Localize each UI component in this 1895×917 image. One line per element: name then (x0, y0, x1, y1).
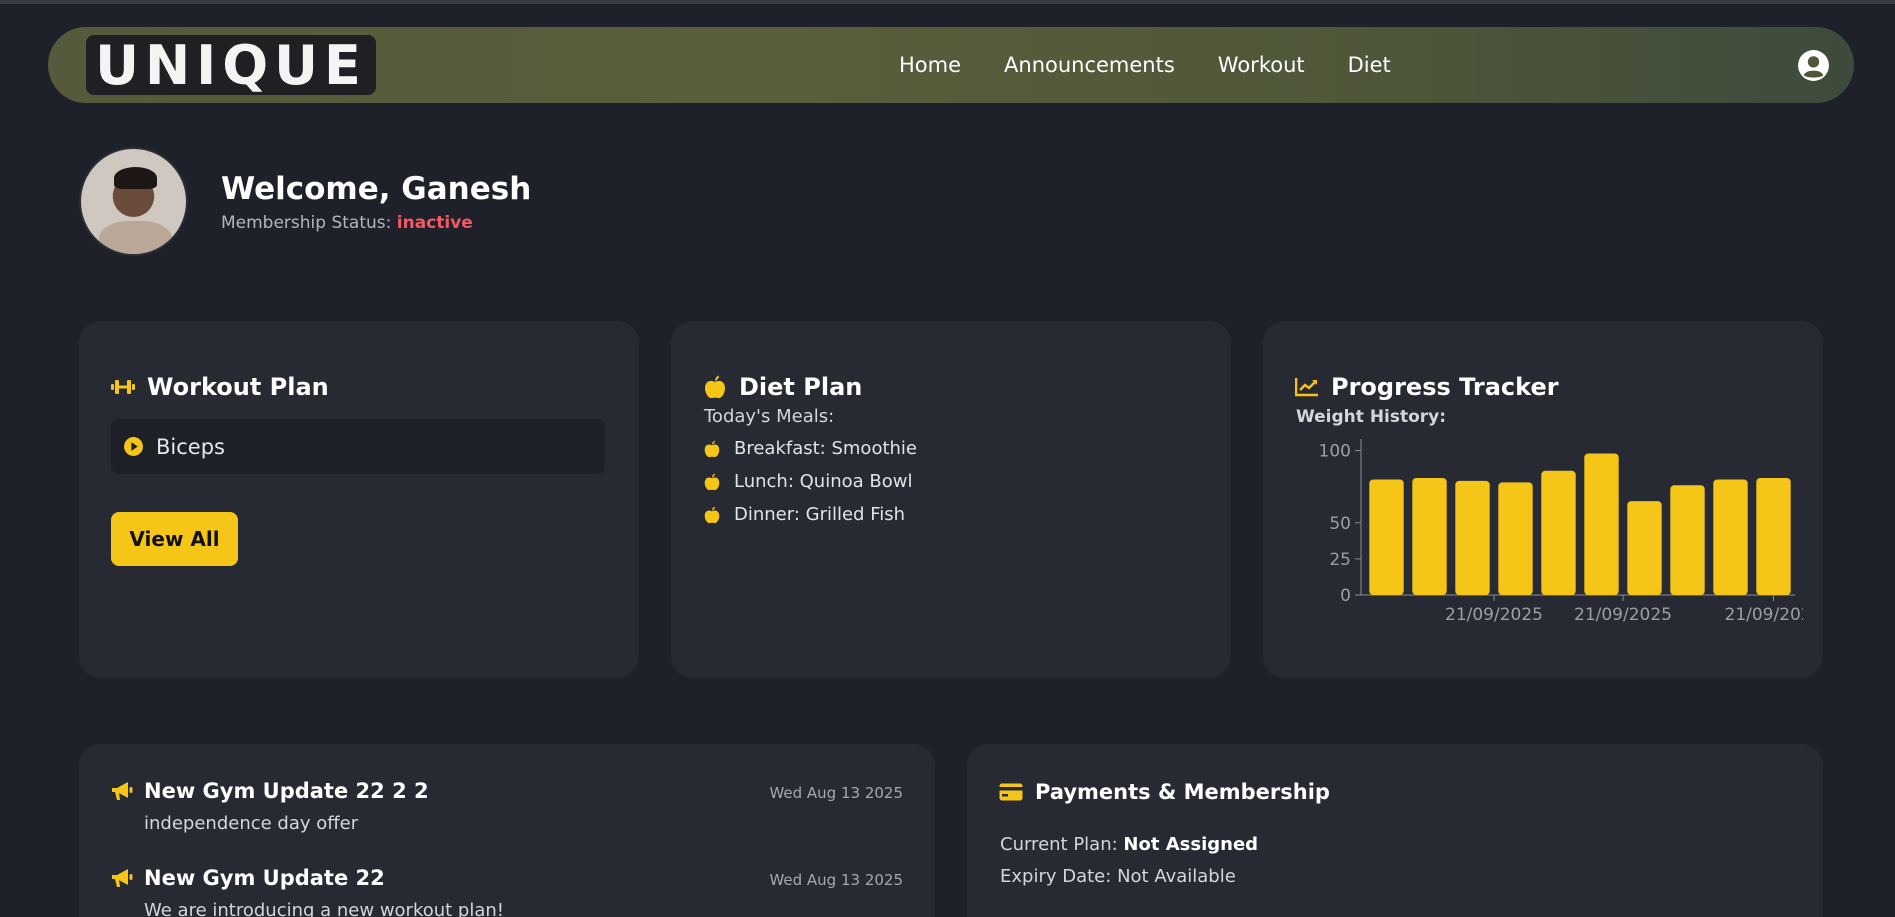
expiry-date-value: Not Available (1117, 866, 1236, 887)
todays-meals-label: Today's Meals: (704, 406, 835, 427)
x-tick-label: 21/09/2025 (1725, 605, 1803, 625)
weight-bar[interactable] (1412, 478, 1447, 595)
chart-line-icon (1295, 375, 1319, 399)
apple-icon (704, 473, 720, 490)
user-circle-icon[interactable] (1797, 49, 1830, 82)
navbar: UNIQUE Home Announcements Workout Diet (48, 27, 1854, 103)
weight-bar[interactable] (1455, 480, 1490, 595)
apple-icon (704, 506, 720, 523)
announcement-title: New Gym Update 22 (144, 866, 385, 890)
y-tick-label: 100 (1319, 442, 1351, 462)
announcement-body: independence day offer (144, 813, 359, 834)
nav-links: Home Announcements Workout Diet (899, 27, 1434, 103)
megaphone-icon (112, 869, 133, 887)
progress-tracker-card: Progress Tracker Weight History: 0 25 50 10… (1263, 321, 1823, 678)
dumbbell-icon (111, 375, 135, 399)
exercise-item[interactable]: Biceps (111, 419, 605, 474)
brand-logo[interactable]: UNIQUE (86, 34, 376, 97)
expiry-date: Expiry Date: Not Available (1000, 866, 1236, 887)
announcement-date: Wed Aug 13 2025 (769, 784, 903, 802)
megaphone-icon (112, 782, 133, 800)
exercise-name: Biceps (156, 434, 225, 459)
meal-item: Dinner: Grilled Fish (704, 504, 905, 525)
weight-bar[interactable] (1713, 479, 1748, 595)
x-tick-label: 21/09/2025 (1445, 605, 1543, 625)
weight-bar[interactable] (1670, 485, 1705, 595)
payments-membership-card: Payments & Membership Current Plan: Not … (967, 744, 1823, 917)
membership-status: Membership Status: inactive (221, 213, 531, 233)
apple-icon (704, 440, 720, 457)
nav-home-link[interactable]: Home (899, 53, 961, 77)
expiry-date-label: Expiry Date: (1000, 866, 1112, 887)
x-tick-label: 21/09/2025 (1574, 605, 1672, 625)
current-plan: Current Plan: Not Assigned (1000, 834, 1258, 855)
welcome-section: Welcome, Ganesh Membership Status: inact… (79, 147, 531, 256)
play-circle-icon (124, 437, 143, 456)
membership-status-value: inactive (396, 212, 473, 233)
announcements-card: New Gym Update 22 2 2 Wed Aug 13 2025 in… (79, 744, 935, 917)
workout-plan-card: Workout Plan Biceps View All (79, 321, 639, 678)
payments-title: Payments & Membership (1035, 780, 1330, 804)
current-plan-value: Not Assigned (1123, 834, 1259, 855)
announcement-date: Wed Aug 13 2025 (769, 871, 903, 889)
weight-bar[interactable] (1584, 453, 1619, 595)
apple-icon (703, 375, 727, 399)
y-tick-label: 50 (1329, 514, 1351, 534)
announcement-body: We are introducing a new workout plan! (144, 900, 505, 917)
y-tick-label: 25 (1329, 550, 1351, 570)
weight-bar[interactable] (1369, 479, 1404, 595)
nav-workout-link[interactable]: Workout (1218, 53, 1305, 77)
nav-diet-link[interactable]: Diet (1348, 53, 1391, 77)
announcement-title: New Gym Update 22 2 2 (144, 779, 429, 803)
window-top-border (0, 0, 1895, 4)
weight-bar[interactable] (1498, 482, 1533, 595)
nav-announcements-link[interactable]: Announcements (1004, 53, 1175, 77)
meal-label: Lunch: Quinoa Bowl (734, 471, 913, 492)
weight-bar[interactable] (1627, 501, 1662, 595)
announcement-item[interactable]: New Gym Update 22 2 2 Wed Aug 13 2025 in… (111, 779, 903, 834)
announcement-item[interactable]: New Gym Update 22 Wed Aug 13 2025 We are… (111, 866, 903, 917)
meal-label: Breakfast: Smoothie (734, 438, 917, 459)
current-plan-label: Current Plan: (1000, 834, 1118, 855)
weight-history-label: Weight History: (1296, 407, 1447, 427)
meal-item: Breakfast: Smoothie (704, 438, 917, 459)
workout-plan-title: Workout Plan (147, 373, 329, 401)
weight-bar[interactable] (1756, 478, 1791, 595)
diet-plan-card: Diet Plan Today's Meals: Breakfast: Smoo… (671, 321, 1231, 678)
diet-plan-title: Diet Plan (739, 373, 863, 401)
weight-history-chart: 0 25 50 100 21/09/2025 21/09/2025 21/09/2025 (1319, 439, 1803, 625)
y-tick-label: 0 (1340, 586, 1351, 606)
weight-bar[interactable] (1541, 470, 1576, 595)
progress-tracker-title: Progress Tracker (1331, 373, 1559, 401)
meal-label: Dinner: Grilled Fish (734, 504, 906, 525)
welcome-title: Welcome, Ganesh (221, 170, 532, 207)
view-all-button[interactable]: View All (111, 512, 238, 566)
membership-status-label: Membership Status: (221, 212, 392, 233)
credit-card-icon (999, 780, 1023, 804)
meal-item: Lunch: Quinoa Bowl (704, 471, 912, 492)
avatar[interactable] (79, 147, 188, 256)
